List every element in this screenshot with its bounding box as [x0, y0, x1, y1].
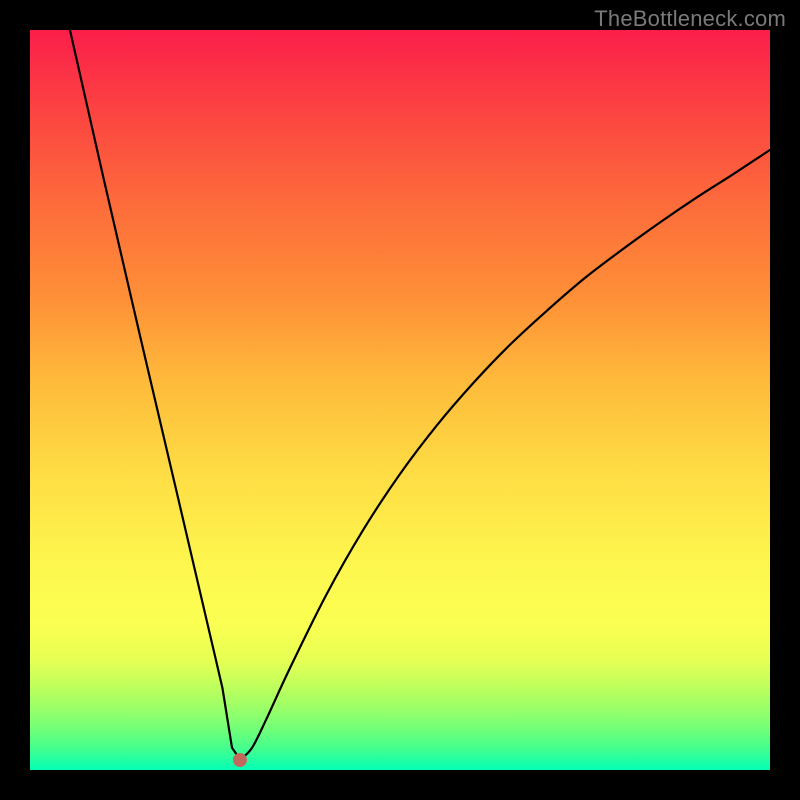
chart-window: TheBottleneck.com	[0, 0, 800, 800]
watermark-text: TheBottleneck.com	[594, 6, 786, 32]
plot-area	[30, 30, 770, 770]
minimum-marker	[233, 753, 247, 767]
bottleneck-curve	[30, 30, 770, 770]
